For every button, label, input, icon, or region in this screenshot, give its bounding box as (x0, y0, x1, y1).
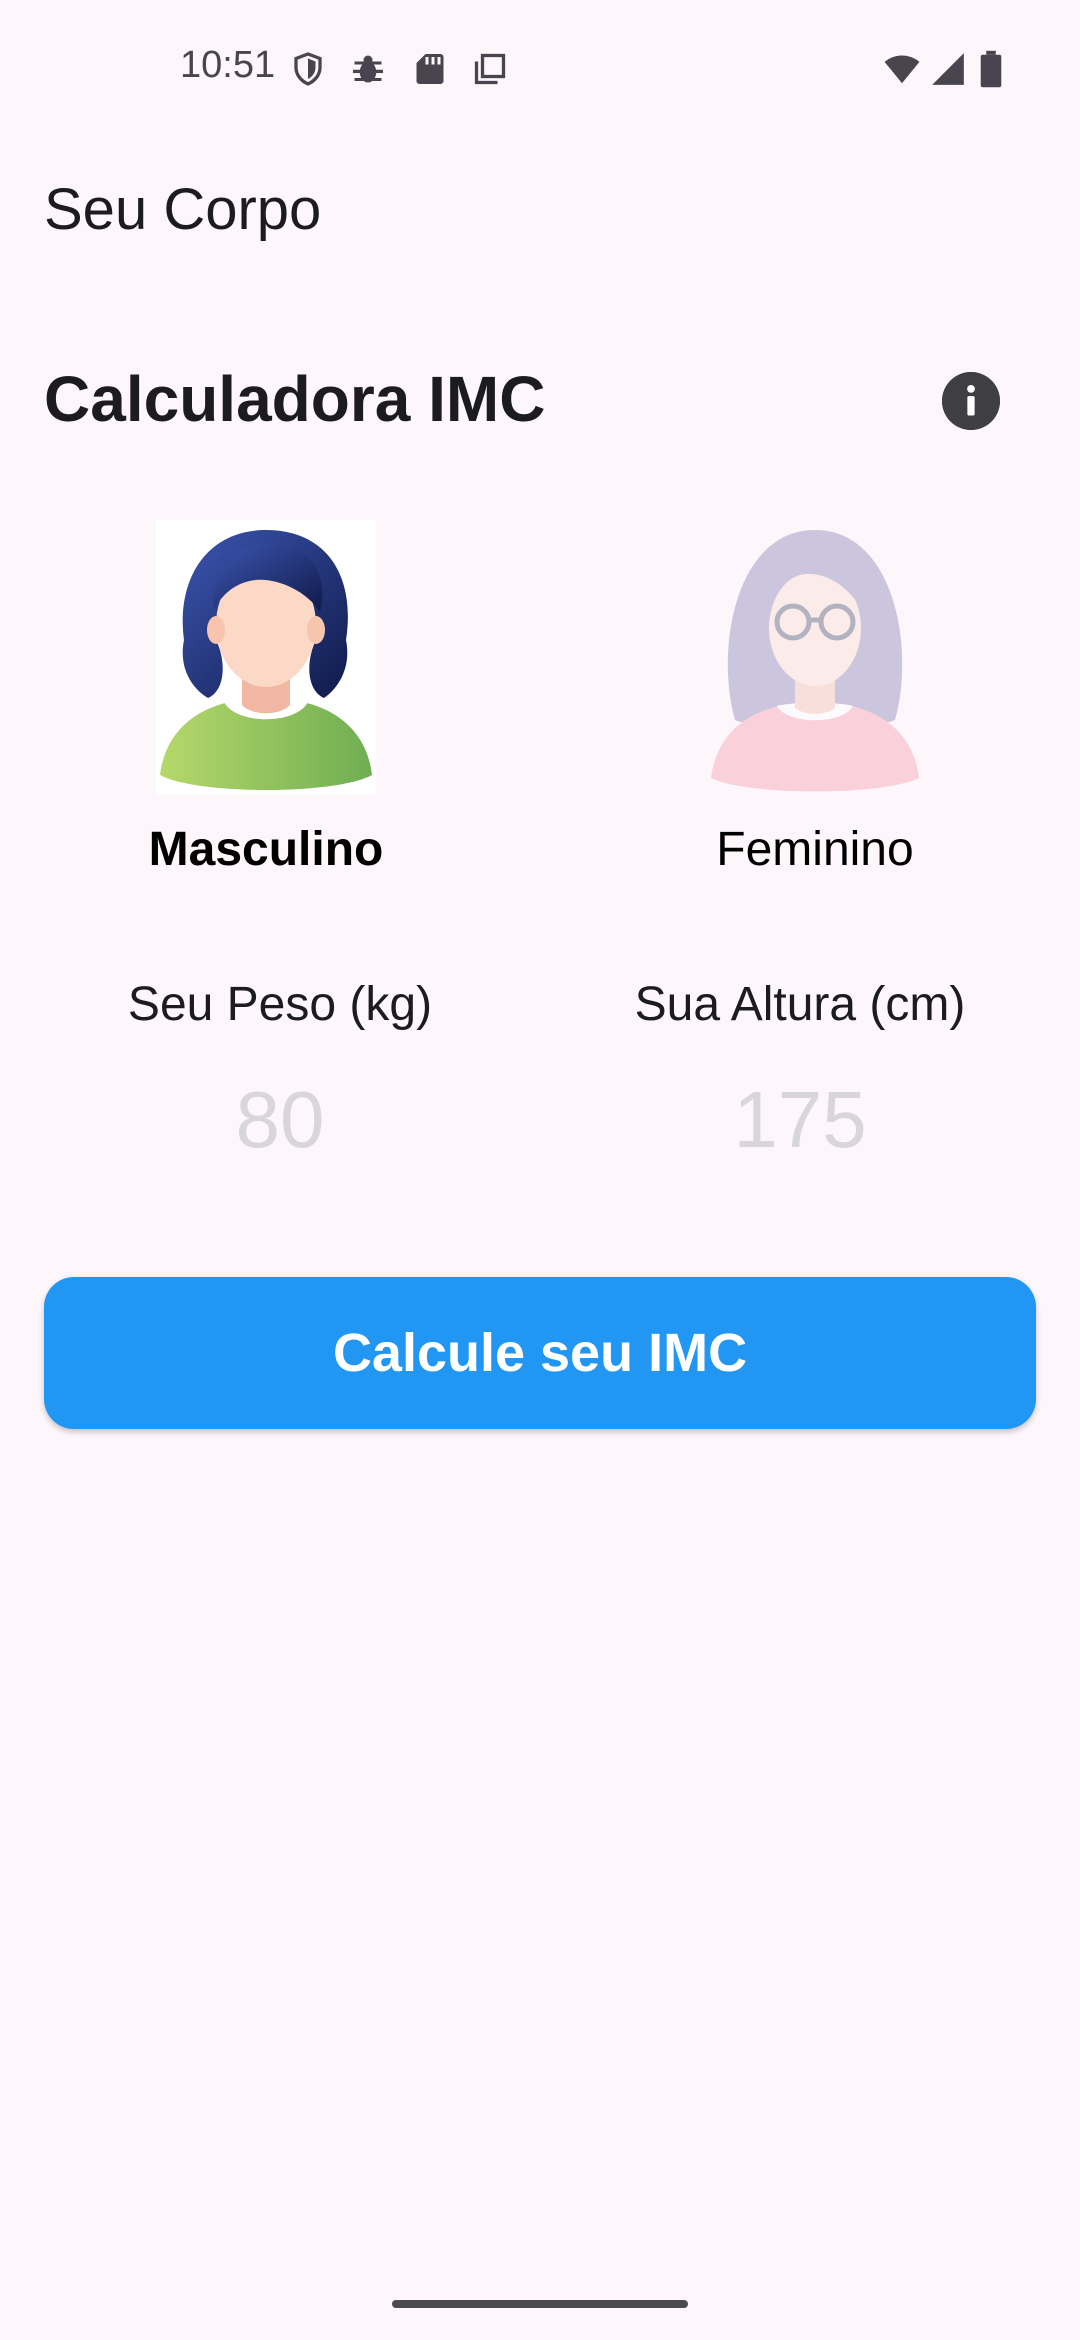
gender-label-male: Masculino (148, 823, 384, 876)
height-field: Sua Altura (cm) (570, 970, 1030, 1166)
height-input[interactable] (590, 1074, 1010, 1166)
status-bar: 10:51 (0, 0, 1080, 140)
sd-card-icon (412, 50, 448, 88)
info-button[interactable] (942, 372, 1000, 430)
male-avatar (156, 520, 376, 795)
gender-label-female: Feminino (716, 823, 914, 876)
app-bar-title: Seu Corpo (44, 177, 322, 242)
copy-icon (472, 50, 508, 88)
battery-icon (978, 50, 1004, 88)
shield-icon (290, 50, 326, 88)
height-label: Sua Altura (cm) (634, 978, 966, 1031)
female-avatar (705, 520, 925, 795)
calculate-imc-button[interactable]: Calcule seu IMC (44, 1277, 1036, 1429)
bug-icon (350, 50, 386, 88)
weight-input[interactable] (70, 1074, 490, 1166)
app-screen: 10:51 Seu Corpo Calculadora IMC Masculin… (0, 0, 1080, 2340)
status-time: 10:51 (180, 44, 276, 86)
info-icon (942, 372, 1000, 430)
wifi-icon (880, 50, 924, 88)
cell-signal-icon (928, 50, 968, 88)
gender-option-male[interactable]: Masculino (106, 520, 426, 890)
weight-label: Seu Peso (kg) (127, 978, 433, 1031)
weight-field: Seu Peso (kg) (50, 970, 510, 1166)
gender-option-female[interactable]: Feminino (655, 520, 975, 890)
home-indicator[interactable] (392, 2300, 688, 2308)
calculator-title: Calculadora IMC (44, 363, 546, 435)
